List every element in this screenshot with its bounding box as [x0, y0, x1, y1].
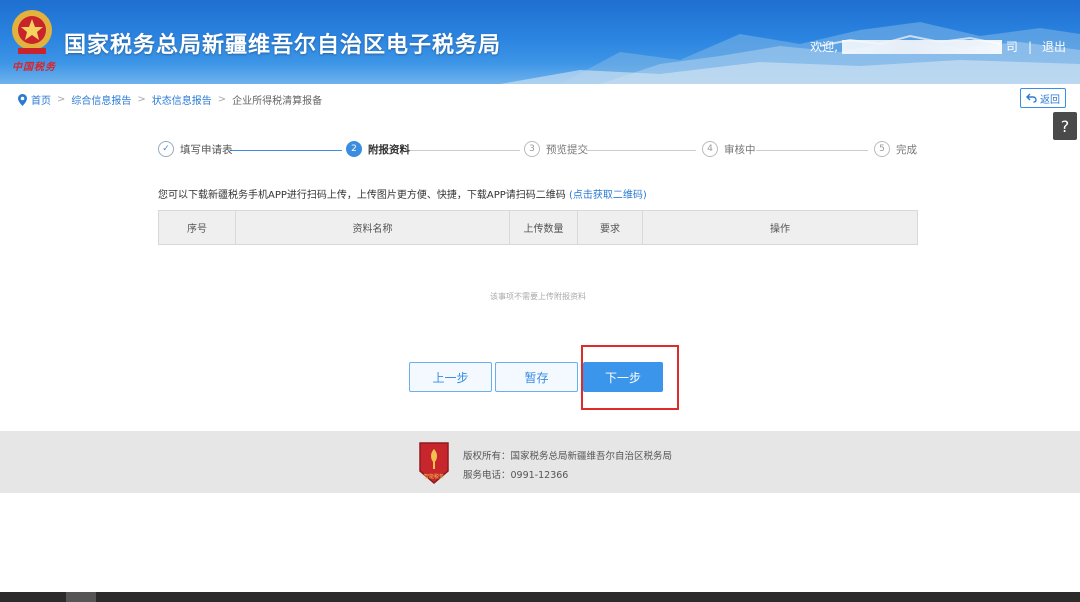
step-label: 填写申请表: [180, 143, 233, 156]
breadcrumb: 首页 > 综合信息报告 > 状态信息报告 > 企业所得税清算报备: [18, 92, 322, 107]
footer-logo-text: 智能税务: [424, 473, 444, 480]
copyright-text: 版权所有：国家税务总局新疆维吾尔自治区税务局: [463, 451, 673, 462]
progress-steps: ✓ 填写申请表 2 附报资料 3 预览提交 4 审核中 5 完成: [158, 141, 918, 161]
step-connector: [756, 150, 868, 151]
username-tail: 司: [1005, 40, 1018, 54]
get-qrcode-link[interactable]: (点击获取二维码): [569, 190, 647, 201]
breadcrumb-info-report[interactable]: 综合信息报告: [71, 92, 131, 107]
column-header-requirement: 要求: [577, 210, 643, 245]
service-phone: 服务电话：0991-12366: [463, 470, 569, 481]
taskbar-item[interactable]: [66, 592, 96, 602]
breadcrumb-status-report[interactable]: 状态信息报告: [152, 92, 212, 107]
breadcrumb-separator: >: [217, 94, 227, 105]
step-under-review: 4 审核中: [702, 141, 756, 157]
site-title: 国家税务总局新疆维吾尔自治区电子税务局: [64, 33, 502, 58]
column-header-name: 资料名称: [235, 210, 510, 245]
footer-text: 版权所有：国家税务总局新疆维吾尔自治区税务局 服务电话：0991-12366: [463, 447, 672, 485]
breadcrumb-separator: >: [57, 94, 66, 105]
help-icon: ?: [1060, 116, 1070, 136]
step-label: 审核中: [724, 143, 756, 156]
step-preview-submit: 3 预览提交: [524, 141, 588, 157]
step-number: 4: [702, 141, 718, 157]
column-header-count: 上传数量: [509, 210, 578, 245]
breadcrumb-current: 企业所得税清算报备: [232, 96, 323, 107]
step-number: 5: [874, 141, 890, 157]
motto-logo: 中国税务: [12, 62, 56, 73]
materials-table: 序号 资料名称 上传数量 要求 操作: [158, 210, 918, 245]
os-taskbar: [0, 592, 1080, 602]
tax-emblem-icon: [12, 10, 52, 54]
step-label: 预览提交: [546, 143, 588, 156]
header-separator: |: [1027, 39, 1032, 54]
step-attach-materials: 2 附报资料: [346, 141, 410, 157]
site-header: 中国税务 国家税务总局新疆维吾尔自治区电子税务局 欢迎, 司 | 退出: [0, 0, 1080, 84]
check-icon: ✓: [158, 141, 174, 157]
column-header-index: 序号: [158, 210, 236, 245]
return-arrow-icon: [1026, 93, 1037, 103]
annotation-highlight-box: [581, 345, 679, 410]
table-header-row: 序号 资料名称 上传数量 要求 操作: [158, 210, 918, 245]
step-complete: 5 完成: [874, 141, 917, 157]
breadcrumb-home[interactable]: 首页: [31, 92, 51, 107]
step-connector: [410, 150, 520, 151]
step-connector: [230, 150, 342, 151]
tax-shield-logo-icon: 智能税务: [419, 442, 449, 484]
step-number: 2: [346, 141, 362, 157]
user-area: 欢迎, 司 | 退出: [810, 38, 1066, 55]
upload-info: 您可以下载新疆税务手机APP进行扫码上传，上传图片更方便、快捷，下载APP请扫码…: [158, 186, 647, 201]
step-label: 完成: [896, 143, 917, 156]
welcome-text: 欢迎,: [810, 40, 838, 54]
upload-info-text: 您可以下载新疆税务手机APP进行扫码上传，上传图片更方便、快捷，下载APP请扫码…: [158, 190, 566, 201]
site-footer: 智能税务 版权所有：国家税务总局新疆维吾尔自治区税务局 服务电话：0991-12…: [0, 431, 1080, 493]
back-button[interactable]: 返回: [1020, 88, 1066, 108]
column-header-action: 操作: [642, 210, 918, 245]
step-number: 3: [524, 141, 540, 157]
empty-table-tip: 该事项不需要上传附报资料: [490, 292, 586, 301]
step-connector: [586, 150, 696, 151]
logout-link[interactable]: 退出: [1042, 38, 1066, 55]
prev-step-button[interactable]: 上一步: [409, 362, 492, 392]
back-button-label: 返回: [1040, 94, 1060, 106]
location-pin-icon: [18, 93, 27, 106]
breadcrumb-separator: >: [137, 94, 146, 105]
save-draft-button[interactable]: 暂存: [495, 362, 578, 392]
step-label: 附报资料: [368, 143, 410, 156]
username-redacted: [841, 39, 1002, 54]
help-button[interactable]: ?: [1053, 112, 1077, 140]
step-fill-application: ✓ 填写申请表: [158, 141, 233, 157]
